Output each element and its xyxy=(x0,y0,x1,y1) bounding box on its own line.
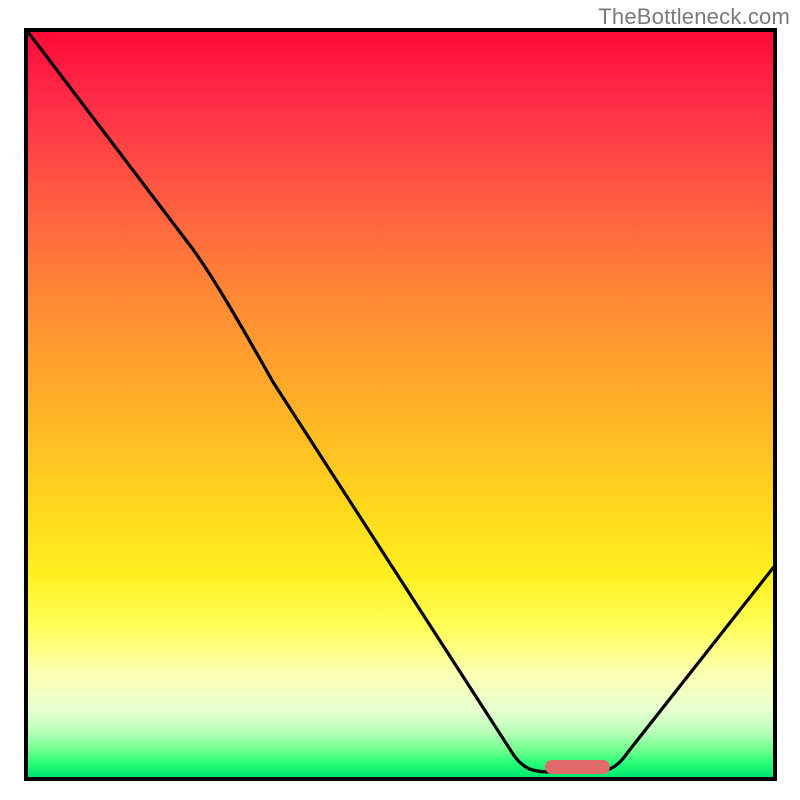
chart-container: TheBottleneck.com xyxy=(0,0,800,800)
optimal-marker xyxy=(545,760,610,774)
plot-frame xyxy=(24,28,777,781)
watermark-text: TheBottleneck.com xyxy=(598,4,790,30)
bottleneck-curve xyxy=(28,32,773,777)
curve-path xyxy=(28,32,773,772)
